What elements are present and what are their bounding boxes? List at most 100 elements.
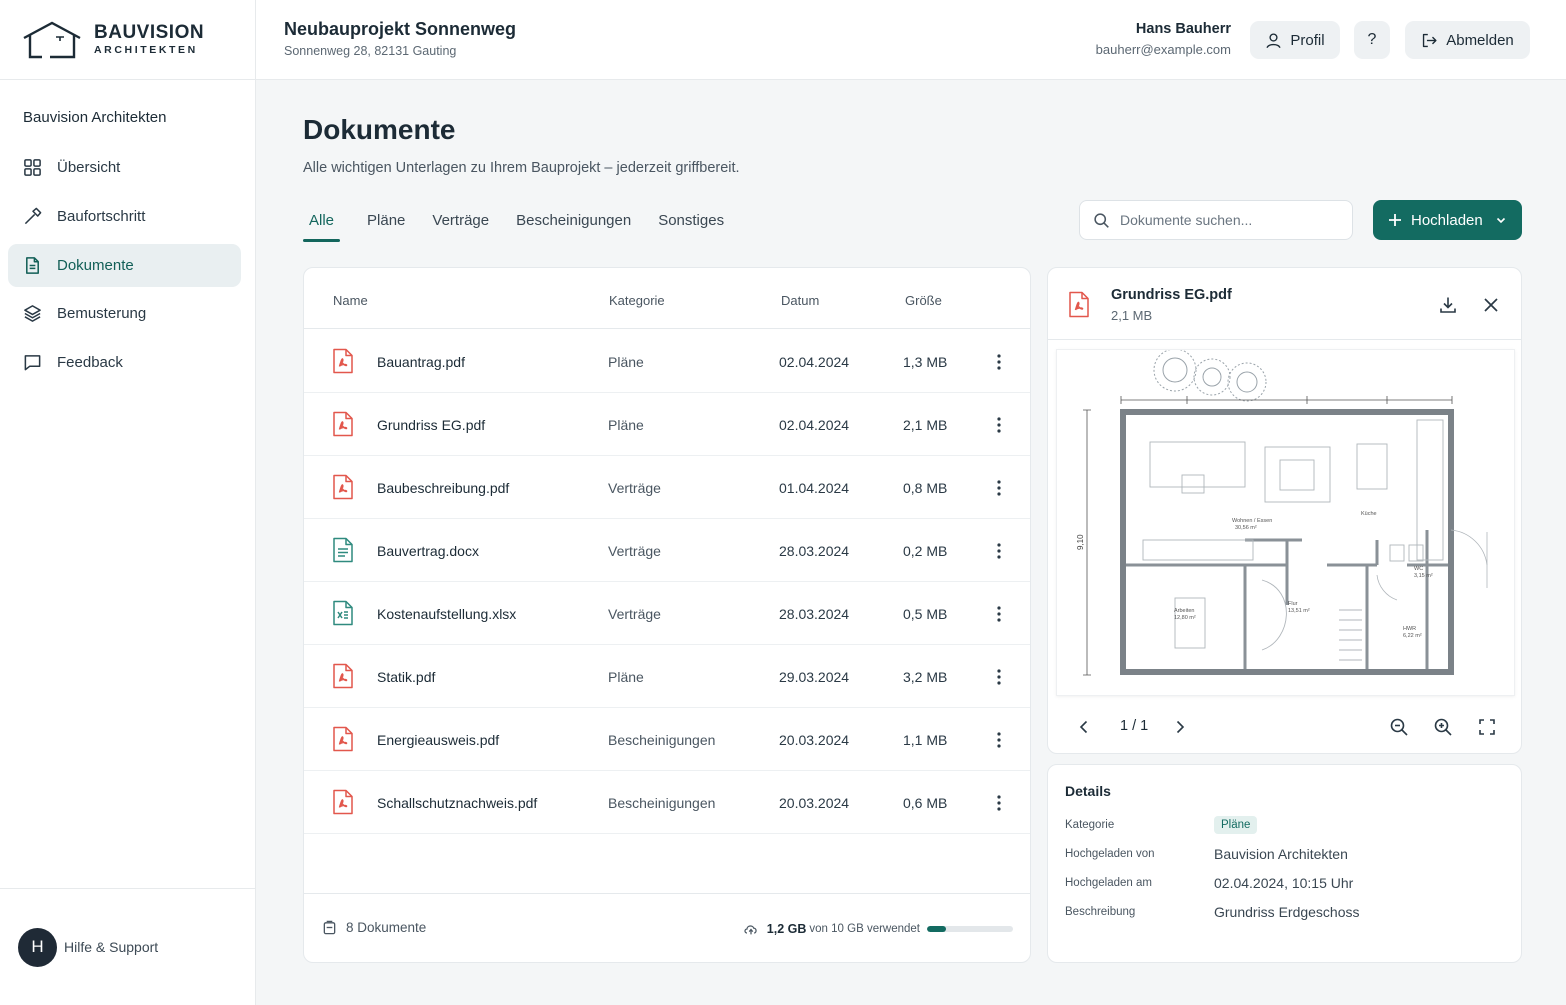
- plan-label-living-area: 30,56 m²: [1235, 525, 1257, 531]
- table-row[interactable]: Bauvertrag.docx Verträge 28.03.2024 0,2 MB: [304, 519, 1030, 582]
- chevron-right-icon[interactable]: [1170, 717, 1190, 737]
- floor-plan-preview[interactable]: 9,10 Wohnen / Essen 30,56 m² Küche WC 3,…: [1056, 349, 1515, 696]
- file-size: 1,3 MB: [903, 354, 948, 370]
- upload-label: Hochladen: [1411, 211, 1483, 229]
- more-options-icon[interactable]: [988, 603, 1010, 625]
- pdf-file-icon: [333, 726, 353, 752]
- house-logo-icon: [23, 21, 81, 58]
- tab-sonstiges[interactable]: Sonstiges: [658, 200, 724, 244]
- hammer-icon: [24, 207, 42, 224]
- document-preview: Grundriss EG.pdf 2,1 MB 9,10 Wohnen / Es…: [1047, 267, 1522, 754]
- detail-row-description: Beschreibung Grundriss Erdgeschoss: [1065, 904, 1505, 924]
- sidebar-item-label: Dokumente: [57, 256, 134, 274]
- detail-label: Hochgeladen von: [1065, 848, 1155, 860]
- more-options-icon[interactable]: [988, 477, 1010, 499]
- more-options-icon[interactable]: [988, 792, 1010, 814]
- logout-label: Abmelden: [1446, 31, 1514, 49]
- more-options-icon[interactable]: [988, 414, 1010, 436]
- upload-button[interactable]: Hochladen: [1373, 200, 1522, 240]
- file-name[interactable]: Schallschutznachweis.pdf: [377, 795, 537, 811]
- file-date: 20.03.2024: [779, 795, 850, 811]
- file-name[interactable]: Grundriss EG.pdf: [377, 417, 485, 433]
- file-name[interactable]: Bauantrag.pdf: [377, 354, 465, 370]
- close-icon[interactable]: [1482, 296, 1500, 314]
- chevron-left-icon[interactable]: [1074, 717, 1094, 737]
- storage-usage: 1,2 GB von 10 GB verwendet: [743, 921, 1013, 937]
- tab-vertraege[interactable]: Verträge: [432, 200, 489, 244]
- table-row[interactable]: Kostenaufstellung.xlsx Verträge 28.03.2024…: [304, 582, 1030, 645]
- plan-label-hall-area: 13,51 m²: [1288, 608, 1310, 614]
- grid-icon: [24, 159, 41, 176]
- more-options-icon[interactable]: [988, 540, 1010, 562]
- column-category[interactable]: Kategorie: [609, 293, 665, 308]
- storage-used: 1,2 GB: [766, 922, 807, 936]
- sidebar-item-label: Baufortschritt: [57, 207, 146, 225]
- plan-label-hall: Flur: [1288, 601, 1298, 607]
- more-options-icon[interactable]: [988, 351, 1010, 373]
- table-row[interactable]: Schallschutznachweis.pdf Bescheinigungen 2…: [304, 771, 1030, 834]
- file-name[interactable]: Statik.pdf: [377, 669, 435, 685]
- file-date: 29.03.2024: [779, 669, 850, 685]
- sidebar-item-uebersicht[interactable]: Übersicht: [8, 146, 241, 189]
- sidebar-item-baufortschritt[interactable]: Baufortschritt: [8, 195, 241, 238]
- table-row[interactable]: Statik.pdf Pläne 29.03.2024 3,2 MB: [304, 645, 1030, 708]
- sidebar: BAUVISION ARCHITEKTEN Bauvision Architek…: [0, 0, 256, 1005]
- download-icon[interactable]: [1438, 295, 1458, 315]
- column-date[interactable]: Datum: [781, 293, 819, 308]
- project-address: Sonnenweg 28, 82131 Gauting: [284, 44, 457, 58]
- sidebar-item-bemusterung[interactable]: Bemusterung: [8, 292, 241, 335]
- table-row[interactable]: Bauantrag.pdf Pläne 02.04.2024 1,3 MB: [304, 330, 1030, 393]
- detail-label: Beschreibung: [1065, 906, 1136, 918]
- logout-button[interactable]: Abmelden: [1405, 21, 1530, 59]
- pdf-file-icon: [333, 411, 353, 437]
- file-stack-icon: [323, 920, 336, 935]
- file-size: 0,8 MB: [903, 480, 948, 496]
- file-name[interactable]: Kostenaufstellung.xlsx: [377, 606, 516, 622]
- user-name: Hans Bauherr: [1135, 21, 1231, 37]
- file-category: Bescheinigungen: [608, 795, 716, 811]
- file-size: 0,2 MB: [903, 543, 948, 559]
- file-category: Verträge: [608, 543, 661, 559]
- zoom-in-icon[interactable]: [1433, 717, 1453, 737]
- sidebar-item-feedback[interactable]: Feedback: [8, 341, 241, 384]
- org-name: Bauvision Architekten: [23, 109, 167, 126]
- category-badge: Pläne: [1214, 816, 1258, 834]
- file-date: 20.03.2024: [779, 732, 850, 748]
- brand-sub: ARCHITEKTEN: [94, 44, 198, 57]
- column-name[interactable]: Name: [333, 293, 368, 308]
- tab-plaene[interactable]: Pläne: [367, 200, 405, 244]
- plan-label-office-area: 12,80 m²: [1174, 615, 1196, 621]
- help-support-link[interactable]: H Hilfe & Support: [0, 888, 255, 1005]
- column-size[interactable]: Größe: [905, 293, 942, 308]
- floor-plan-drawing: 9,10 Wohnen / Essen 30,56 m² Küche WC 3,…: [1076, 350, 1488, 676]
- table-row[interactable]: Baubeschreibung.pdf Verträge 01.04.2024 0,8…: [304, 456, 1030, 519]
- zoom-out-icon[interactable]: [1389, 717, 1409, 737]
- tab-alle[interactable]: Alle: [303, 200, 341, 244]
- more-options-icon[interactable]: [988, 729, 1010, 751]
- tab-bescheinigungen[interactable]: Bescheinigungen: [516, 200, 631, 244]
- brand-logo[interactable]: BAUVISION ARCHITEKTEN: [0, 0, 255, 80]
- plus-icon: [1389, 214, 1401, 226]
- file-name[interactable]: Energieausweis.pdf: [377, 732, 499, 748]
- file-date: 02.04.2024: [779, 417, 850, 433]
- file-date: 28.03.2024: [779, 606, 850, 622]
- file-name[interactable]: Bauvertrag.docx: [377, 543, 479, 559]
- cloud-icon: [744, 925, 757, 935]
- plan-label-living: Wohnen / Essen: [1232, 518, 1272, 524]
- help-button[interactable]: ?: [1354, 21, 1390, 59]
- more-options-icon[interactable]: [988, 666, 1010, 688]
- storage-total: von 10 GB verwendet: [809, 923, 920, 935]
- fullscreen-icon[interactable]: [1477, 717, 1497, 737]
- document-count: 8 Dokumente: [322, 920, 426, 935]
- table-row[interactable]: Energieausweis.pdf Bescheinigungen 20.03.2…: [304, 708, 1030, 771]
- file-name[interactable]: Baubeschreibung.pdf: [377, 480, 509, 496]
- table-row[interactable]: Grundriss EG.pdf Pläne 02.04.2024 2,1 MB: [304, 393, 1030, 456]
- avatar[interactable]: H: [18, 927, 57, 967]
- detail-value: 02.04.2024, 10:15 Uhr: [1214, 875, 1354, 891]
- profile-button[interactable]: Profil: [1250, 21, 1340, 59]
- profile-label: Profil: [1290, 31, 1325, 49]
- file-size: 3,2 MB: [903, 669, 948, 685]
- page-subtitle: Alle wichtigen Unterlagen zu Ihrem Baupr…: [303, 160, 740, 176]
- sidebar-item-dokumente[interactable]: Dokumente: [8, 243, 241, 287]
- search-input[interactable]: [1120, 212, 1340, 228]
